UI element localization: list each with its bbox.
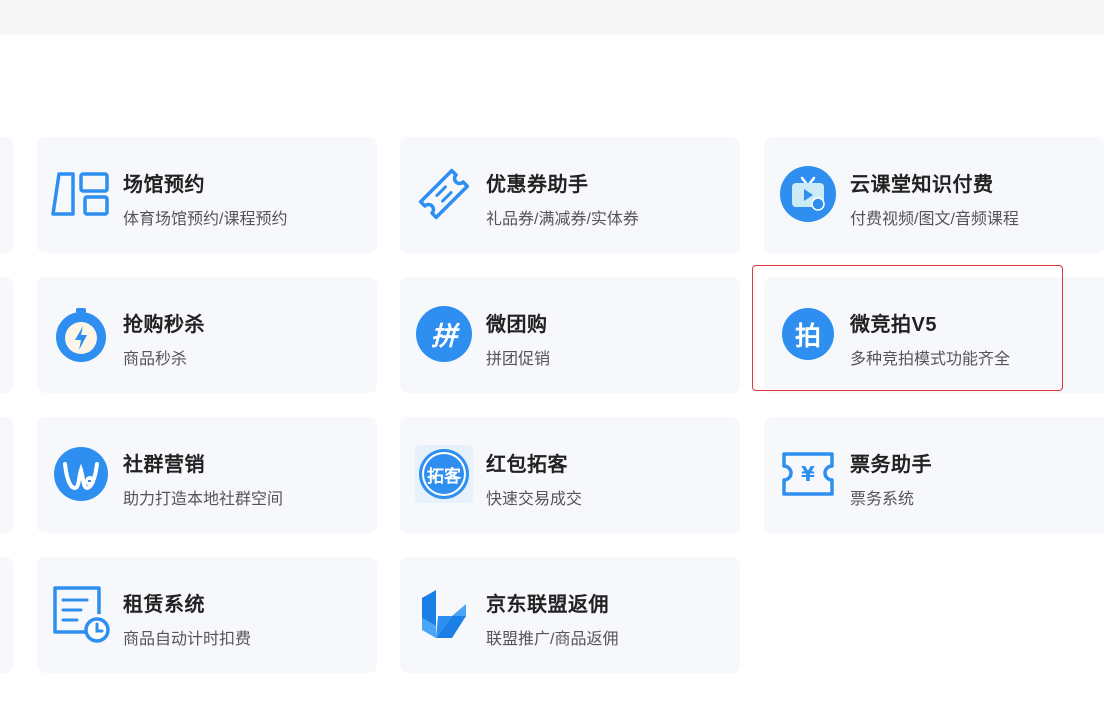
app-title: 租赁系统 xyxy=(123,594,205,616)
app-card-jd-union[interactable]: 京东联盟返佣 联盟推广/商品返佣 xyxy=(400,557,740,673)
app-title: 云课堂知识付费 xyxy=(850,174,994,196)
top-bar xyxy=(0,0,1104,35)
app-title: 抢购秒杀 xyxy=(123,314,205,336)
partial-card-left[interactable] xyxy=(0,137,13,253)
app-title: 社群营销 xyxy=(123,454,205,476)
partial-card-left[interactable] xyxy=(0,557,13,673)
app-card-community-marketing[interactable]: 社群营销 助力打造本地社群空间 xyxy=(37,417,377,533)
app-desc: 拼团促销 xyxy=(486,351,551,368)
app-card-auction[interactable]: 拍 微竞拍V5 多种竞拍模式功能齐全 xyxy=(764,277,1104,393)
jd-union-logo-icon xyxy=(414,584,474,644)
rental-document-clock-icon xyxy=(51,584,111,644)
partial-card-left[interactable] xyxy=(0,277,13,393)
app-desc: 体育场馆预约/课程预约 xyxy=(123,211,288,228)
app-desc: 快速交易成交 xyxy=(486,491,583,508)
coupon-ticket-icon xyxy=(414,164,474,224)
app-title: 微团购 xyxy=(486,314,548,336)
community-m-icon xyxy=(51,444,111,504)
pin-badge-icon: 拼 xyxy=(414,304,474,364)
app-desc: 票务系统 xyxy=(850,491,915,508)
tuoke-badge-icon: 拓客 xyxy=(414,444,474,504)
app-card-group-buy[interactable]: 拼 微团购 拼团促销 xyxy=(400,277,740,393)
pai-badge-icon: 拍 xyxy=(778,304,838,364)
app-desc: 付费视频/图文/音频课程 xyxy=(850,211,1019,228)
app-desc: 多种竞拍模式功能齐全 xyxy=(850,351,1011,368)
svg-text:¥: ¥ xyxy=(801,462,815,486)
app-title: 优惠券助手 xyxy=(486,174,589,196)
app-desc: 助力打造本地社群空间 xyxy=(123,491,284,508)
partial-card-left[interactable] xyxy=(0,417,13,533)
app-card-ticketing[interactable]: ¥ 票务助手 票务系统 xyxy=(764,417,1104,533)
app-card-coupon-assistant[interactable]: 优惠券助手 礼品券/满减券/实体券 xyxy=(400,137,740,253)
stopwatch-lightning-icon xyxy=(51,304,111,364)
app-desc: 商品秒杀 xyxy=(123,351,188,368)
app-title: 京东联盟返佣 xyxy=(486,594,609,616)
video-tv-icon xyxy=(778,164,838,224)
app-card-rental-system[interactable]: 租赁系统 商品自动计时扣费 xyxy=(37,557,377,673)
app-card-flash-sale[interactable]: 抢购秒杀 商品秒杀 xyxy=(37,277,377,393)
app-desc: 商品自动计时扣费 xyxy=(123,631,252,648)
app-desc: 联盟推广/商品返佣 xyxy=(486,631,619,648)
app-title: 票务助手 xyxy=(850,454,932,476)
app-card-venue-booking[interactable]: 场馆预约 体育场馆预约/课程预约 xyxy=(37,137,377,253)
app-card-cloud-classroom[interactable]: 云课堂知识付费 付费视频/图文/音频课程 xyxy=(764,137,1104,253)
app-title: 微竞拍V5 xyxy=(850,314,937,336)
app-card-red-packet[interactable]: 拓客 红包拓客 快速交易成交 xyxy=(400,417,740,533)
ticket-yen-icon: ¥ xyxy=(778,444,838,504)
venue-layout-icon xyxy=(51,164,111,224)
app-title: 红包拓客 xyxy=(486,454,568,476)
app-desc: 礼品券/满减券/实体券 xyxy=(486,211,639,228)
app-title: 场馆预约 xyxy=(123,174,205,196)
